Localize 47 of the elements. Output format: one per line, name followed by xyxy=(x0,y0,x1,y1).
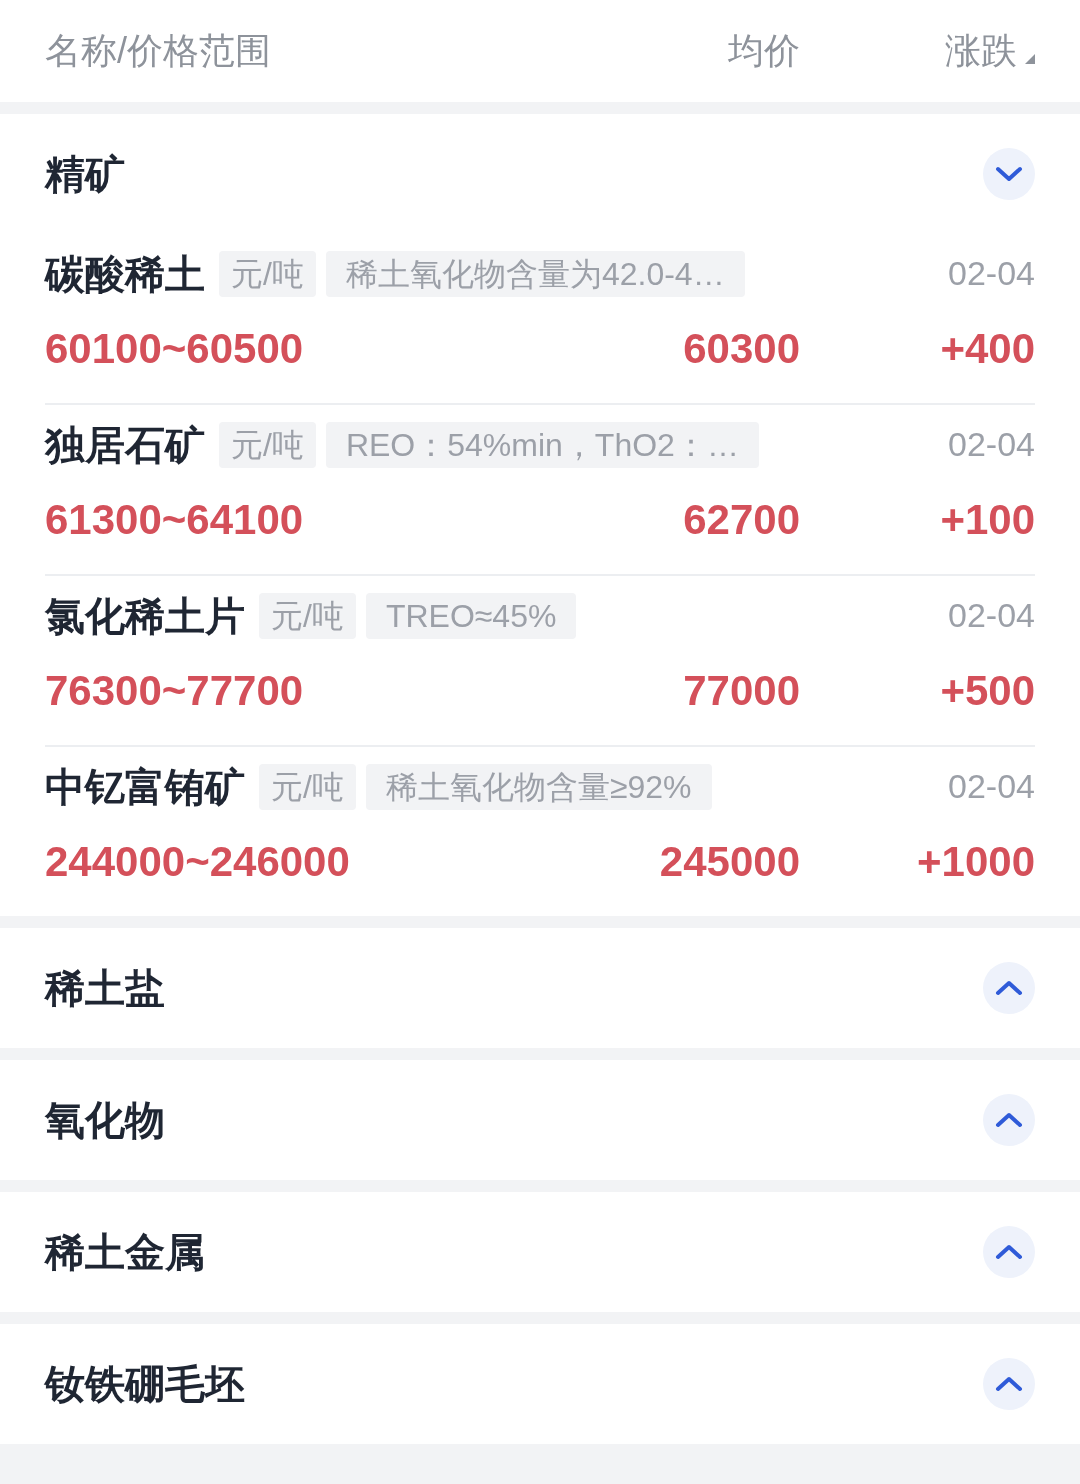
unit-tag: 元/吨 xyxy=(259,763,356,810)
section-title: 氧化物 xyxy=(45,1097,165,1144)
product-name: 中钇富铕矿 xyxy=(45,763,245,811)
section-title: 钕铁硼毛坯 xyxy=(45,1361,245,1408)
toggle-button[interactable] xyxy=(983,962,1035,1014)
average-price: 245000 xyxy=(659,838,800,886)
column-header[interactable]: 涨跌 xyxy=(945,24,1017,78)
average-price: 60300 xyxy=(683,325,800,373)
section-title: 稀土盐 xyxy=(45,965,165,1012)
spec-tag: REO：54%min，ThO2：… xyxy=(325,421,759,468)
date-text: 02-04 xyxy=(948,766,1035,807)
chevron-up-icon xyxy=(995,1243,1023,1261)
spec-tag: 稀土氧化物含量≥92% xyxy=(365,763,712,810)
toggle-button[interactable] xyxy=(983,1094,1035,1146)
product-name: 氯化稀土片 xyxy=(45,592,245,640)
date-text: 02-04 xyxy=(948,595,1035,636)
chevron-down-icon xyxy=(995,165,1023,183)
average-price: 62700 xyxy=(683,496,800,544)
price-range: 76300~77700 xyxy=(45,667,305,715)
column-header: 名称/价格范围 xyxy=(45,29,272,73)
chevron-up-icon xyxy=(995,979,1023,997)
price-change: +100 xyxy=(939,496,1035,544)
toggle-button[interactable] xyxy=(983,148,1035,200)
sort-icon xyxy=(1025,54,1035,64)
date-text: 02-04 xyxy=(948,424,1035,465)
chevron-up-icon xyxy=(995,1375,1023,1393)
price-change: +400 xyxy=(939,325,1035,373)
spec-tag: TREO≈45% xyxy=(365,592,577,639)
price-range: 244000~246000 xyxy=(45,838,351,886)
date-text: 02-04 xyxy=(948,253,1035,294)
spec-tag: 稀土氧化物含量为42.0-4… xyxy=(325,250,745,297)
unit-tag: 元/吨 xyxy=(219,250,316,297)
product-name: 独居石矿 xyxy=(45,421,205,469)
price-range: 61300~64100 xyxy=(45,496,305,544)
price-range: 60100~60500 xyxy=(45,325,305,373)
price-change: +500 xyxy=(939,667,1035,715)
chevron-up-icon xyxy=(995,1111,1023,1129)
unit-tag: 元/吨 xyxy=(219,421,316,468)
unit-tag: 元/吨 xyxy=(259,592,356,639)
average-price: 77000 xyxy=(683,667,800,715)
section-title: 稀土金属 xyxy=(45,1229,205,1276)
product-name: 碳酸稀土 xyxy=(45,250,205,298)
price-change: +1000 xyxy=(916,838,1035,886)
section-title: 精矿 xyxy=(45,151,125,198)
toggle-button[interactable] xyxy=(983,1358,1035,1410)
toggle-button[interactable] xyxy=(983,1226,1035,1278)
column-header: 均价 xyxy=(728,29,800,73)
